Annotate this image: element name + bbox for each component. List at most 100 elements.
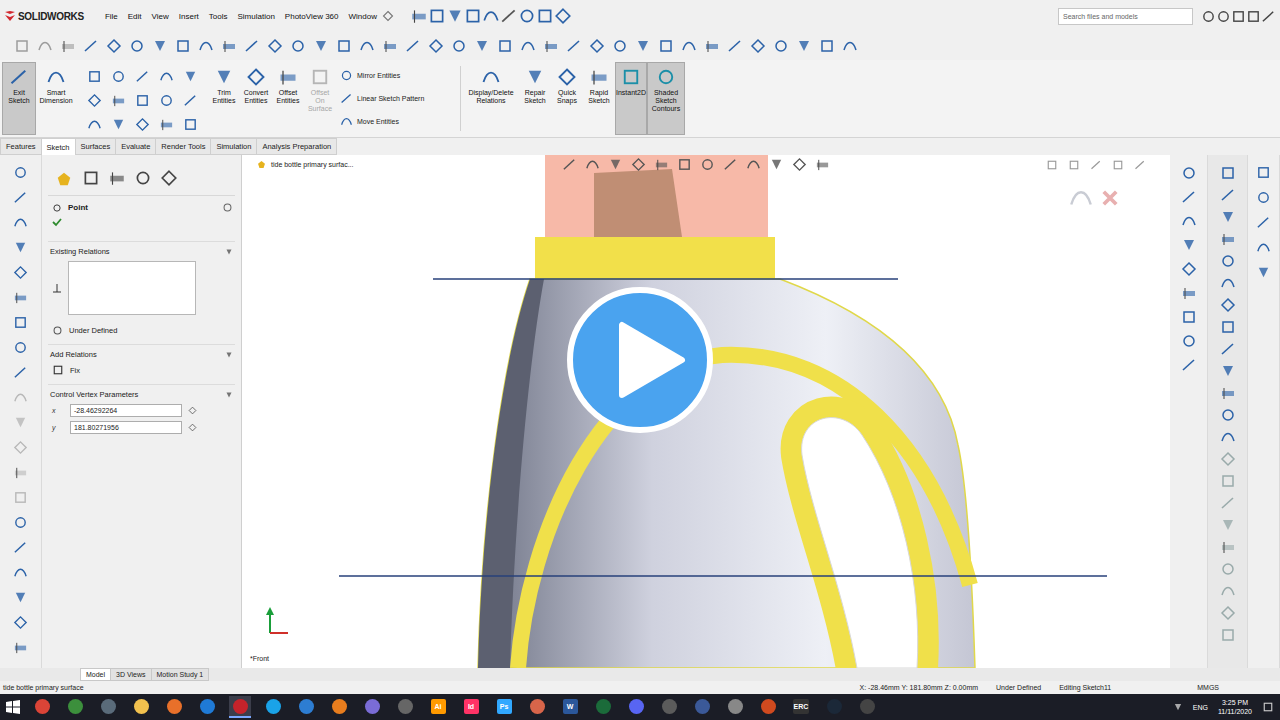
selection-tool-icon[interactable] — [37, 38, 53, 54]
panel-tab-icon[interactable] — [108, 169, 126, 187]
bottle-model[interactable] — [242, 155, 1170, 668]
tool-icon[interactable] — [13, 190, 28, 205]
sketch-tool-icon[interactable] — [1220, 297, 1236, 313]
viewport-control-icon[interactable] — [1068, 159, 1080, 171]
taskbar-app[interactable] — [394, 696, 416, 718]
selection-tool-icon[interactable] — [451, 38, 467, 54]
model-tab[interactable]: Motion Study 1 — [151, 668, 210, 681]
view-tool-icon[interactable] — [700, 157, 715, 172]
viewport-control-icon[interactable] — [1046, 159, 1058, 171]
task-pane-icon[interactable] — [1181, 333, 1197, 349]
tool-icon[interactable] — [135, 69, 150, 84]
window-control-icon[interactable] — [1201, 9, 1216, 24]
selection-tool-icon[interactable] — [658, 38, 674, 54]
tool-icon[interactable] — [159, 93, 174, 108]
fix-icon[interactable] — [52, 364, 64, 376]
taskbar-app[interactable] — [592, 696, 614, 718]
tool-icon[interactable] — [159, 69, 174, 84]
tool-icon[interactable] — [481, 67, 501, 87]
tool-icon[interactable] — [87, 69, 102, 84]
help-icon[interactable] — [222, 202, 233, 213]
taskbar-app[interactable] — [262, 696, 284, 718]
view-tool-icon[interactable] — [585, 157, 600, 172]
ribbon-list-item[interactable]: Move Entities — [340, 115, 454, 128]
model-tab[interactable]: Model — [80, 668, 111, 681]
viewport-control-icon[interactable] — [1090, 159, 1102, 171]
quick-access-icon[interactable] — [518, 7, 536, 25]
command-tab[interactable]: Simulation — [210, 138, 257, 155]
feature-tree-icon[interactable] — [54, 169, 74, 189]
tool-icon[interactable] — [13, 465, 28, 480]
feature-tree-item[interactable]: tide bottle primary surfac... — [256, 159, 353, 170]
tool-icon[interactable] — [13, 440, 28, 455]
taskbar-app[interactable] — [658, 696, 680, 718]
sketch-tool-icon[interactable] — [1220, 605, 1236, 621]
tool-icon[interactable] — [159, 117, 174, 132]
selection-tool-icon[interactable] — [474, 38, 490, 54]
menu-item[interactable]: Simulation — [232, 10, 279, 23]
taskbar-app[interactable] — [724, 696, 746, 718]
tool-icon[interactable] — [87, 93, 102, 108]
sketch-tool-icon[interactable] — [1220, 363, 1236, 379]
selection-tool-icon[interactable] — [14, 38, 30, 54]
tool-icon[interactable] — [13, 590, 28, 605]
selection-tool-icon[interactable] — [842, 38, 858, 54]
task-pane-icon[interactable] — [1181, 285, 1197, 301]
command-tab[interactable]: Surfaces — [75, 138, 117, 155]
taskbar-app[interactable]: Ps — [493, 696, 515, 718]
panel-tab-icon[interactable] — [160, 169, 178, 187]
tool-icon[interactable] — [46, 67, 66, 87]
sketch-tool-icon[interactable] — [1220, 385, 1236, 401]
model-tab[interactable]: 3D Views — [110, 668, 151, 681]
taskbar-app[interactable] — [361, 696, 383, 718]
taskbar-app[interactable] — [526, 696, 548, 718]
taskbar-app[interactable] — [97, 696, 119, 718]
ribbon-list-item[interactable]: Linear Sketch Pattern — [340, 92, 454, 105]
selection-tool-icon[interactable] — [520, 38, 536, 54]
tool-icon[interactable] — [13, 515, 28, 530]
spin-icon[interactable] — [188, 406, 197, 415]
tool-icon[interactable] — [340, 69, 353, 82]
taskbar-app[interactable] — [64, 696, 86, 718]
tool-icon[interactable] — [13, 340, 28, 355]
window-control-icon[interactable] — [1231, 9, 1246, 24]
sketch-tool-icon[interactable] — [1220, 539, 1236, 555]
collapse-icon[interactable] — [225, 351, 233, 359]
taskbar-app[interactable] — [757, 696, 779, 718]
ribbon-button[interactable]: Smart Dimension — [36, 62, 76, 135]
selection-tool-icon[interactable] — [336, 38, 352, 54]
spin-icon[interactable] — [188, 423, 197, 432]
view-tool-icon[interactable] — [654, 157, 669, 172]
search-field[interactable]: Search files and models — [1058, 8, 1193, 25]
menu-item[interactable]: Edit — [123, 10, 147, 23]
check-icon[interactable] — [52, 217, 62, 227]
tool-icon[interactable] — [13, 315, 28, 330]
menu-item[interactable]: Insert — [174, 10, 204, 23]
taskbar-app[interactable] — [625, 696, 647, 718]
command-tab[interactable]: Render Tools — [155, 138, 211, 155]
ribbon-button[interactable]: Offset On Surface — [304, 62, 336, 135]
sketch-tool-icon[interactable] — [1220, 451, 1236, 467]
menu-item[interactable]: Window — [344, 10, 382, 23]
sketch-tool-icon[interactable] — [1220, 407, 1236, 423]
sketch-tool-icon[interactable] — [1220, 341, 1236, 357]
sketch-tool-icon[interactable] — [1220, 627, 1236, 643]
tool-icon[interactable] — [111, 93, 126, 108]
collapse-icon[interactable] — [225, 391, 233, 399]
quick-access-icon[interactable] — [428, 7, 446, 25]
section-header[interactable]: Control Vertex Parameters — [48, 384, 235, 402]
panel-tab-icon[interactable] — [134, 169, 152, 187]
selection-tool-icon[interactable] — [152, 38, 168, 54]
selection-tool-icon[interactable] — [244, 38, 260, 54]
menu-item[interactable]: PhotoView 360 — [280, 10, 344, 23]
selection-tool-icon[interactable] — [60, 38, 76, 54]
task-pane-icon[interactable] — [1181, 309, 1197, 325]
tool-icon[interactable] — [13, 615, 28, 630]
taskbar-app[interactable] — [196, 696, 218, 718]
tool-icon[interactable] — [557, 67, 577, 87]
parameter-field[interactable]: 181.80271956 — [70, 421, 182, 434]
sketch-tool-icon[interactable] — [1220, 209, 1236, 225]
sketch-tool-icon[interactable] — [1220, 319, 1236, 335]
windows-start-icon[interactable] — [6, 700, 20, 714]
quick-access-icon[interactable] — [464, 7, 482, 25]
